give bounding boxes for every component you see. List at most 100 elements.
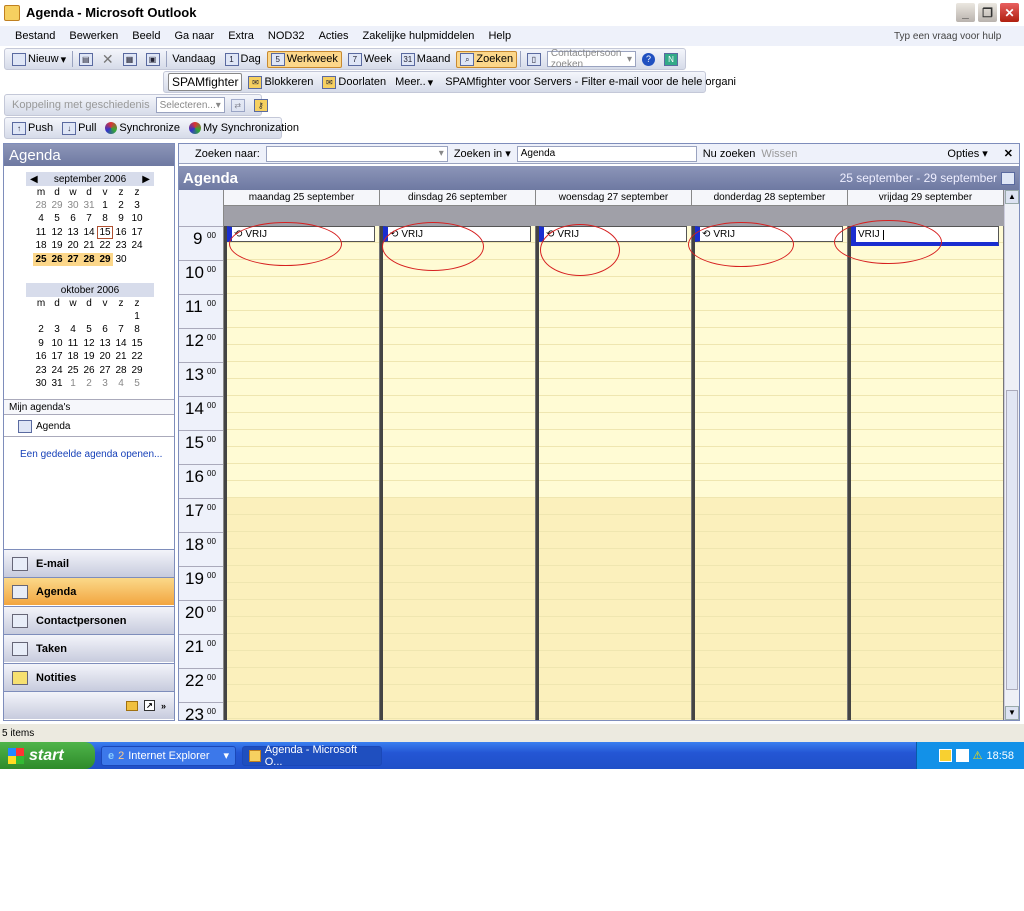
mini-calendar-day[interactable]: 9	[113, 212, 129, 225]
mini-calendar-day[interactable]: 4	[65, 323, 81, 336]
day-column[interactable]: ⟲ VRIJ	[380, 226, 536, 720]
mini-calendar-day[interactable]: 24	[129, 239, 145, 252]
vertical-scrollbar[interactable]: ▲ ▼	[1004, 190, 1019, 720]
scroll-down-arrow[interactable]: ▼	[1005, 706, 1019, 720]
grid-button[interactable]: ▦	[120, 52, 140, 67]
menu-business-tools[interactable]: Zakelijke hulpmiddelen	[356, 30, 482, 42]
menu-file[interactable]: Bestand	[8, 30, 62, 42]
month-view-button[interactable]: 31 Maand	[398, 52, 454, 67]
mini-calendar-day[interactable]: 25	[65, 364, 81, 377]
open-shared-calendar-link[interactable]: Een gedeelde agenda openen...	[4, 449, 174, 460]
day-column[interactable]: ⟲ VRIJ	[536, 226, 692, 720]
mini-calendar-day[interactable]: 2	[33, 323, 49, 336]
mini-calendar-day[interactable]: 27	[97, 364, 113, 377]
mini-calendar-day[interactable]: 5	[129, 377, 145, 390]
mini-calendar-day[interactable]: 15	[129, 337, 145, 350]
day-header[interactable]: vrijdag 29 september	[848, 190, 1004, 206]
pull-button[interactable]: ↓ Pull	[59, 121, 99, 136]
nav-contacts-button[interactable]: Contactpersonen	[4, 606, 174, 634]
day-column[interactable]: VRIJ	[848, 226, 1004, 720]
mini-calendar-day[interactable]: 5	[81, 323, 97, 336]
folder-icon[interactable]	[125, 700, 138, 711]
mini-calendar-day[interactable]: 23	[33, 364, 49, 377]
mini-calendar-day[interactable]: 26	[81, 364, 97, 377]
day-header[interactable]: woensdag 27 september	[536, 190, 692, 206]
mini-calendar-day[interactable]: 25	[33, 252, 49, 266]
more-menu[interactable]: Meer.. ▾	[392, 75, 436, 90]
prev-month-arrow[interactable]: ◀	[30, 174, 38, 185]
mini-calendar-day[interactable]: 19	[49, 239, 65, 252]
mini-calendar-day[interactable]: 7	[113, 323, 129, 336]
mini-calendar-day[interactable]: 14	[81, 226, 97, 239]
mini-calendar-day[interactable]: 11	[33, 226, 49, 239]
mini-calendar-day[interactable]: 3	[49, 323, 65, 336]
configure-buttons-icon[interactable]: »	[161, 701, 166, 711]
mini-calendar-day[interactable]: 29	[49, 199, 65, 212]
mini-calendar-day[interactable]: 4	[113, 377, 129, 390]
maximize-button[interactable]: ❐	[977, 2, 998, 23]
day-view-button[interactable]: 1 Dag	[222, 52, 264, 67]
mini-calendar-day[interactable]: 4	[33, 212, 49, 225]
tray-outlook-icon[interactable]	[938, 749, 952, 762]
mini-calendar-day[interactable]: 23	[113, 239, 129, 252]
mini-calendar-day[interactable]: 21	[81, 239, 97, 252]
mini-calendar-day[interactable]: 8	[129, 323, 145, 336]
mini-calendar-day[interactable]: 17	[49, 350, 65, 363]
key-button[interactable]: ⚷	[251, 98, 271, 113]
close-search-icon[interactable]: ✕	[1004, 147, 1013, 160]
mini-calendar-day[interactable]: 24	[49, 364, 65, 377]
search-input[interactable]: ▾	[265, 145, 448, 162]
find-button[interactable]: ⌕ Zoeken	[456, 50, 518, 68]
close-button[interactable]: ✕	[999, 2, 1020, 23]
mini-calendar-day[interactable]: 16	[33, 350, 49, 363]
search-scope-field[interactable]: Agenda	[516, 145, 697, 162]
mini-calendar-day[interactable]: 1	[97, 199, 113, 212]
mini-calendar-day[interactable]: 5	[49, 212, 65, 225]
select-combo[interactable]: Selecteren... ▾	[155, 97, 225, 113]
spamfighter-logo[interactable]: SPAMfighter	[168, 73, 243, 91]
mini-calendar-day[interactable]: 21	[113, 350, 129, 363]
help-search-input[interactable]: Typ een vraag voor hulp	[890, 28, 1020, 44]
mini-calendar-day[interactable]: 27	[65, 252, 81, 266]
mini-calendar-day[interactable]: 2	[81, 377, 97, 390]
day-header[interactable]: donderdag 28 september	[692, 190, 848, 206]
mini-calendar-day[interactable]: 26	[49, 252, 65, 266]
mini-calendar-day[interactable]: 12	[49, 226, 65, 239]
mini-calendar-day[interactable]: 16	[113, 226, 129, 239]
menu-edit[interactable]: Bewerken	[62, 30, 125, 42]
today-button[interactable]: Vandaag	[169, 52, 218, 66]
scroll-up-arrow[interactable]: ▲	[1005, 190, 1019, 204]
mini-calendar-day[interactable]: 30	[113, 253, 129, 266]
mini-calendar-day[interactable]: 29	[129, 364, 145, 377]
mini-calendar-day[interactable]: 31	[49, 377, 65, 390]
address-book-small-button[interactable]: ▯	[524, 52, 544, 67]
my-synchronization-button[interactable]: My Synchronization	[186, 121, 302, 135]
link-button[interactable]: ⇄	[228, 98, 248, 113]
clear-button[interactable]: Wissen	[761, 148, 797, 160]
mini-calendar-day[interactable]: 30	[33, 377, 49, 390]
mini-calendar-day[interactable]: 22	[129, 350, 145, 363]
mini-calendar-day[interactable]: 18	[33, 239, 49, 252]
mini-calendar-day[interactable]: 13	[65, 226, 81, 239]
mini-calendar-day[interactable]: 9	[33, 337, 49, 350]
taskbar-outlook[interactable]: Agenda - Microsoft O...	[242, 744, 382, 768]
nav-email-button[interactable]: E-mail	[4, 549, 174, 577]
mini-calendar-day[interactable]: 17	[129, 226, 145, 239]
menu-help[interactable]: Help	[481, 30, 518, 42]
nav-tasks-button[interactable]: Taken	[4, 634, 174, 662]
mini-calendar-day[interactable]: 19	[81, 350, 97, 363]
spamfighter-promo-link[interactable]: SPAMfighter voor Servers - Filter e-mail…	[442, 75, 739, 89]
calendar-icon[interactable]	[1001, 171, 1015, 185]
mini-calendar-day[interactable]: 28	[81, 252, 97, 266]
onenote-button[interactable]: N	[661, 52, 681, 67]
mini-calendar-day[interactable]: 29	[97, 252, 113, 266]
search-in-dropdown[interactable]: Zoeken in ▾	[454, 147, 511, 160]
next-month-arrow[interactable]: ▶	[142, 174, 150, 185]
mini-calendar-day[interactable]: 3	[97, 377, 113, 390]
help-button[interactable]: ?	[639, 52, 658, 67]
mini-calendar-day[interactable]: 18	[65, 350, 81, 363]
mini-calendar-day[interactable]: 31	[81, 199, 97, 212]
mini-calendar-day[interactable]: 3	[129, 199, 145, 212]
day-column[interactable]: ⟲ VRIJ	[692, 226, 848, 720]
menu-go[interactable]: Ga naar	[167, 30, 221, 42]
